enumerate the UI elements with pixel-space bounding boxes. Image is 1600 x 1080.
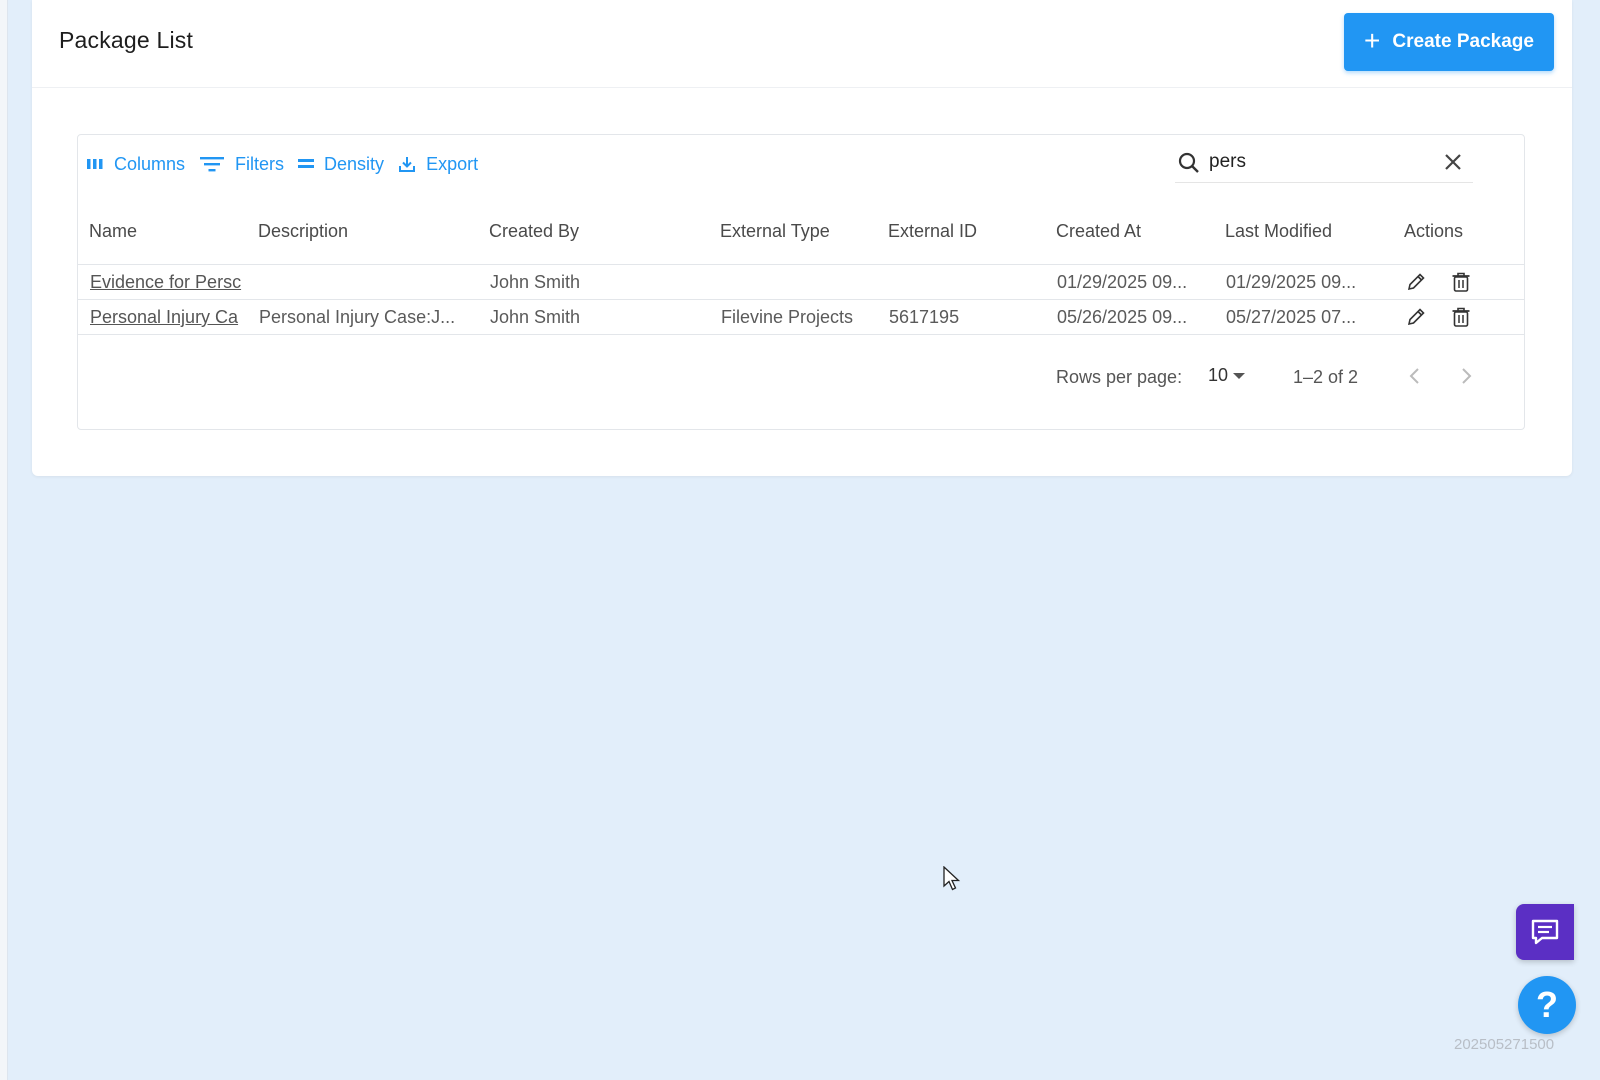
mouse-cursor-icon (943, 866, 961, 891)
search-input[interactable] (1209, 149, 1429, 175)
data-grid: Columns Filters Density Export pers Name… (77, 134, 1525, 430)
row-external-id: 5617195 (889, 307, 960, 327)
row-last-modified: 05/27/2025 07... (1226, 307, 1357, 327)
density-label: Density (324, 153, 385, 174)
column-header-created-at[interactable]: Created At (1056, 221, 1141, 242)
row-name-link[interactable]: Evidence for Persc (90, 272, 248, 293)
filters-button[interactable]: Filters (199, 154, 284, 175)
table-row[interactable]: Evidence for Persc John Smith 01/29/2025… (78, 265, 1524, 300)
row-created-at: 05/26/2025 09... (1057, 307, 1188, 327)
caret-down-icon (1233, 372, 1246, 379)
density-button[interactable]: Density (298, 154, 384, 175)
row-created-at: 01/29/2025 09... (1057, 272, 1188, 292)
edit-pencil-icon[interactable] (1405, 306, 1427, 328)
density-icon (298, 159, 315, 168)
rows-per-page-value: 10 (1208, 365, 1229, 385)
export-label: Export (426, 153, 479, 174)
create-package-label: Create Package (1392, 31, 1534, 52)
chat-icon (1531, 919, 1559, 945)
plus-icon: + (1364, 25, 1381, 56)
create-package-button[interactable]: + Create Package (1344, 13, 1554, 71)
page-title: Package List (59, 27, 194, 53)
filters-label: Filters (235, 153, 285, 174)
row-created-by: John Smith (490, 272, 581, 292)
delete-trash-icon[interactable] (1450, 306, 1472, 328)
grid-toolbar: Columns Filters Density Export (86, 149, 478, 179)
chevron-left-icon[interactable] (1406, 366, 1424, 386)
chat-button[interactable] (1516, 904, 1574, 960)
export-button[interactable]: Export (398, 154, 478, 175)
rows-per-page-select[interactable]: 10 (1208, 365, 1246, 386)
row-description: Personal Injury Case:J... (259, 307, 456, 327)
help-button[interactable]: ? (1518, 976, 1576, 1034)
edit-pencil-icon[interactable] (1405, 271, 1427, 293)
columns-label: Columns (114, 153, 186, 174)
chevron-right-icon[interactable] (1457, 366, 1475, 386)
column-header-description[interactable]: Description (258, 221, 348, 242)
row-name-link[interactable]: Personal Injury Ca (90, 307, 248, 328)
left-sidebar-strip (0, 0, 8, 1080)
column-header-external-id[interactable]: External ID (888, 221, 977, 242)
column-header-actions: Actions (1404, 221, 1464, 241)
column-header-last-modified[interactable]: Last Modified (1225, 221, 1332, 242)
row-last-modified: 01/29/2025 09... (1226, 272, 1357, 292)
timestamp-watermark: 202505271500 (1454, 1036, 1555, 1053)
filter-icon (200, 157, 225, 172)
export-icon (399, 157, 416, 172)
columns-button[interactable]: Columns (86, 154, 185, 175)
column-header-created-by[interactable]: Created By (489, 221, 579, 242)
search-icon (1178, 152, 1199, 173)
table-row[interactable]: Personal Injury Ca Personal Injury Case:… (78, 300, 1524, 335)
column-header-external-type[interactable]: External Type (720, 221, 830, 242)
columns-icon (87, 159, 103, 169)
question-mark-icon: ? (1536, 984, 1558, 1025)
row-external-type: Filevine Projects (721, 307, 854, 327)
row-created-by: John Smith (490, 307, 581, 327)
package-list-card: Package List + Create Package Columns Fi… (32, 0, 1572, 476)
card-header: Package List + Create Package (32, 0, 1572, 88)
table-header: Name Description Created By External Typ… (78, 197, 1524, 265)
quick-search (1175, 141, 1473, 183)
table-pagination: Rows per page: 10 1–2 of 2 (78, 357, 1524, 397)
rows-per-page-label: Rows per page: (1056, 367, 1183, 387)
column-header-name[interactable]: Name (89, 221, 137, 242)
pagination-range: 1–2 of 2 (1293, 367, 1359, 387)
close-icon[interactable] (1443, 152, 1463, 172)
delete-trash-icon[interactable] (1450, 271, 1472, 293)
